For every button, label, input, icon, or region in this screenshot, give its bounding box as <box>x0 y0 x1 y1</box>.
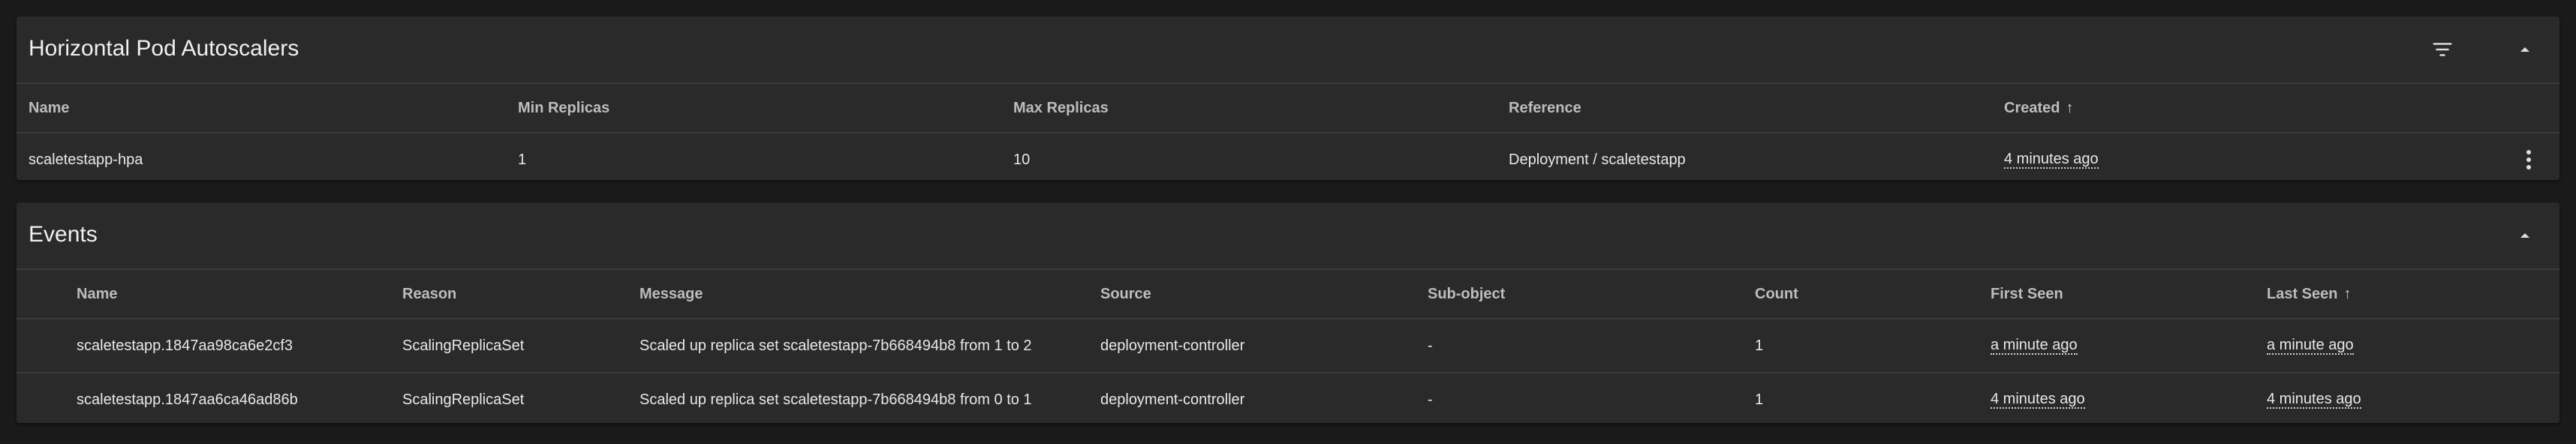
event-first-seen-time: 4 minutes ago <box>1991 391 2085 409</box>
events-collapse-button[interactable] <box>2508 219 2541 252</box>
event-message: Scaled up replica set scaletestapp-7b668… <box>639 337 1032 354</box>
column-header-source[interactable]: Source <box>1100 270 1151 318</box>
event-name: scaletestapp.1847aa98ca6e2cf3 <box>77 337 293 354</box>
event-reason: ScalingReplicaSet <box>402 337 525 354</box>
event-count: 1 <box>1755 391 1764 408</box>
event-first-seen-time: a minute ago <box>1991 337 2078 355</box>
column-header-last-seen-label: Last Seen <box>2267 285 2338 302</box>
event-last-seen: a minute ago <box>2267 320 2354 372</box>
column-header-name[interactable]: Name <box>29 84 69 132</box>
event-first-seen: a minute ago <box>1991 320 2078 372</box>
event-name: scaletestapp.1847aa6ca46ad86b <box>77 391 298 408</box>
hpa-created: 4 minutes ago <box>2004 134 2099 186</box>
column-header-message[interactable]: Message <box>639 270 703 318</box>
event-sub-object: - <box>1428 337 1433 354</box>
event-message: Scaled up replica set scaletestapp-7b668… <box>639 391 1032 408</box>
event-sub-object: - <box>1428 391 1433 408</box>
hpa-collapse-button[interactable] <box>2508 33 2541 66</box>
column-header-name[interactable]: Name <box>77 270 117 318</box>
table-row[interactable]: scaletestapp.1847aa6ca46ad86b ScalingRep… <box>17 372 2559 426</box>
event-source: deployment-controller <box>1100 391 1245 408</box>
hpa-table-header: Name Min Replicas Max Replicas Reference… <box>17 82 2559 132</box>
chevron-up-icon <box>2520 47 2529 52</box>
chevron-up-icon <box>2520 233 2529 238</box>
hpa-name[interactable]: scaletestapp-hpa <box>29 134 143 186</box>
column-header-min-replicas[interactable]: Min Replicas <box>518 84 609 132</box>
hpa-reference[interactable]: Deployment / scaletestapp <box>1509 134 1686 186</box>
hpa-panel: Horizontal Pod Autoscalers Name Min Repl… <box>17 16 2559 180</box>
event-first-seen: 4 minutes ago <box>1991 374 2085 426</box>
event-count: 1 <box>1755 337 1764 354</box>
hpa-panel-title: Horizontal Pod Autoscalers <box>29 36 299 61</box>
column-header-max-replicas[interactable]: Max Replicas <box>1013 84 1109 132</box>
event-last-seen-time: 4 minutes ago <box>2267 391 2361 409</box>
events-panel-header: Events <box>17 202 2559 268</box>
row-menu-button[interactable] <box>2525 134 2532 186</box>
events-table-header: Name Reason Message Source Sub-object Co… <box>17 268 2559 318</box>
hpa-created-time: 4 minutes ago <box>2004 151 2099 169</box>
more-vert-icon <box>2526 150 2531 170</box>
sort-arrow-up-icon: ↑ <box>2066 99 2074 116</box>
event-last-seen-time: a minute ago <box>2267 337 2354 355</box>
column-header-first-seen[interactable]: First Seen <box>1991 270 2063 318</box>
table-row[interactable]: scaletestapp-hpa 1 10 Deployment / scale… <box>17 132 2559 186</box>
filter-button[interactable] <box>2426 33 2459 66</box>
column-header-created[interactable]: Created ↑ <box>2004 84 2073 132</box>
event-last-seen: 4 minutes ago <box>2267 374 2361 426</box>
column-header-reference[interactable]: Reference <box>1509 84 1581 132</box>
event-reason: ScalingReplicaSet <box>402 391 525 408</box>
hpa-panel-header: Horizontal Pod Autoscalers <box>17 16 2559 82</box>
filter-icon <box>2433 43 2452 56</box>
hpa-max-replicas: 10 <box>1013 151 1031 168</box>
sort-arrow-up-icon: ↑ <box>2343 285 2352 302</box>
table-row[interactable]: scaletestapp.1847aa98ca6e2cf3 ScalingRep… <box>17 318 2559 372</box>
events-panel-title: Events <box>29 222 98 247</box>
events-panel: Events Name Reason Message Source Sub-ob… <box>17 202 2559 423</box>
column-header-last-seen[interactable]: Last Seen ↑ <box>2267 270 2351 318</box>
column-header-count[interactable]: Count <box>1755 270 1798 318</box>
column-header-sub-object[interactable]: Sub-object <box>1428 270 1505 318</box>
column-header-created-label: Created <box>2004 99 2060 116</box>
event-source: deployment-controller <box>1100 337 1245 354</box>
column-header-reason[interactable]: Reason <box>402 270 456 318</box>
hpa-min-replicas: 1 <box>518 151 527 168</box>
